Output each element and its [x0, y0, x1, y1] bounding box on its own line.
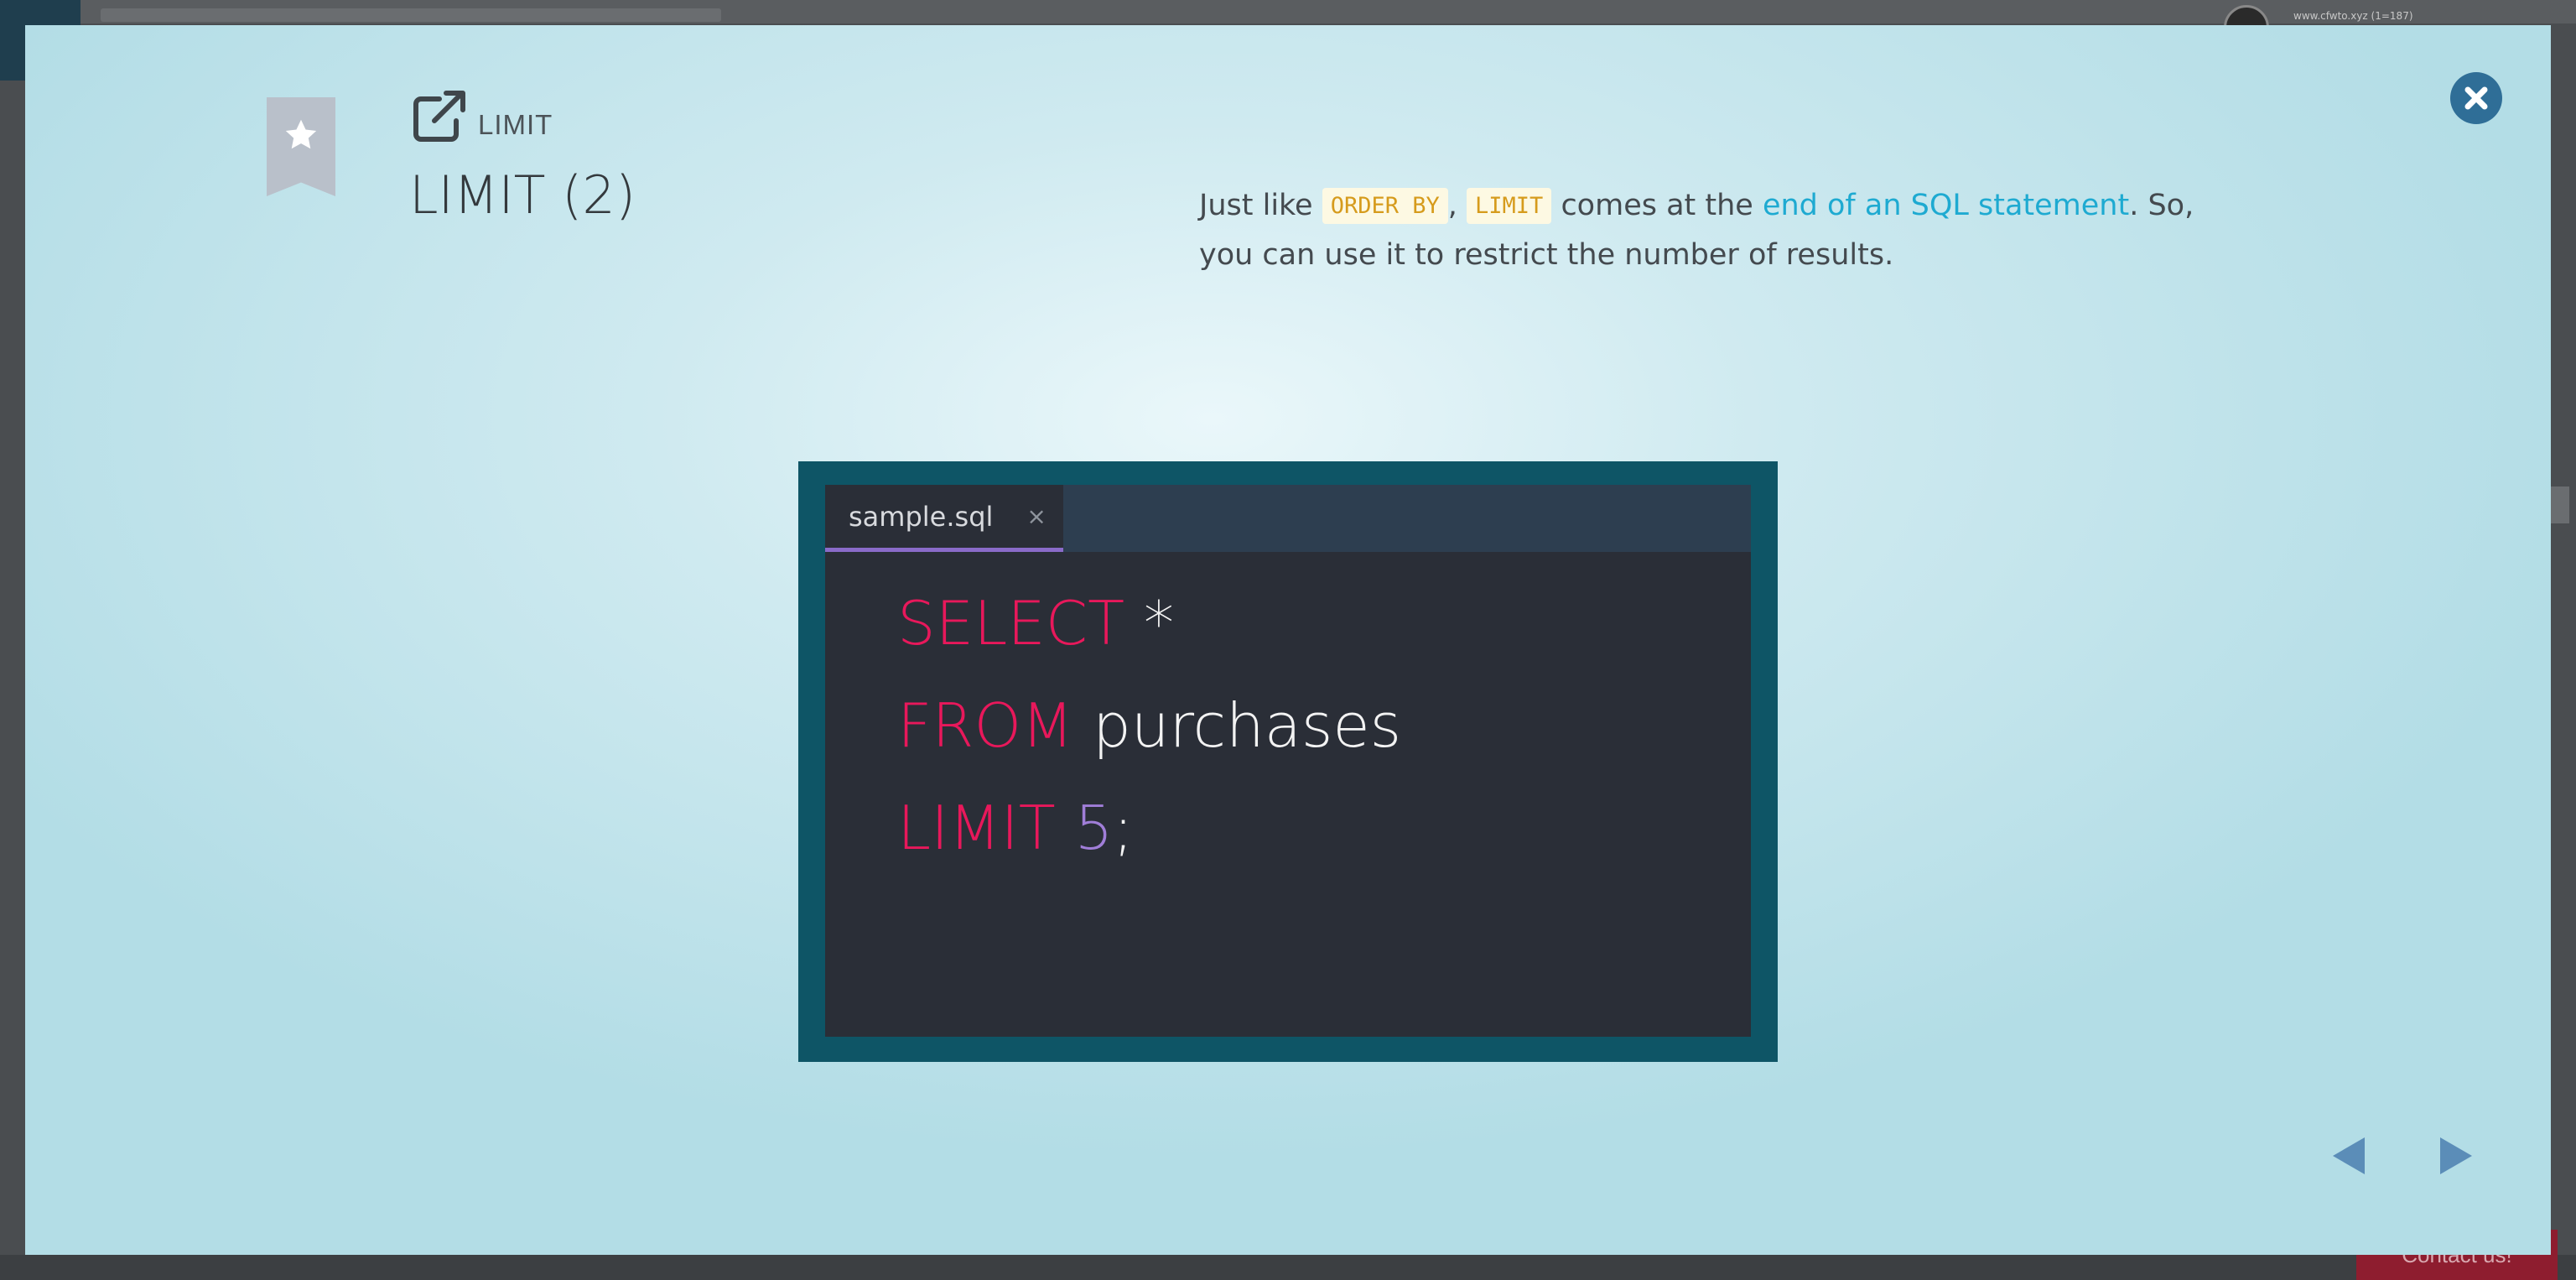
arrow-right-icon [2440, 1137, 2472, 1174]
description-text: , [1447, 189, 1467, 222]
lesson-card-modal: LIMIT LIMIT (2) Just like ORDER BY, LIMI… [25, 25, 2551, 1255]
code-chip-limit: LIMIT [1467, 188, 1552, 224]
background-scrollbar [2551, 487, 2569, 523]
background-bottom-bar [0, 1255, 2576, 1280]
tab-close-icon[interactable]: × [1026, 502, 1046, 530]
code-line-2: FROM purchases [897, 674, 1401, 777]
close-icon [2464, 86, 2488, 110]
sql-keyword: SELECT [897, 588, 1125, 658]
page-title: LIMIT (2) [409, 164, 636, 226]
sql-table-name: purchases [1093, 690, 1402, 761]
topic-label: LIMIT [478, 109, 553, 140]
background-search-bar [101, 8, 721, 22]
tab-sample-sql[interactable]: sample.sql × [825, 485, 1063, 552]
code-line-1: SELECT * [897, 572, 1401, 674]
star-icon [285, 119, 317, 149]
background-user-text: www.cfwto.xyz (1=187) [2293, 10, 2413, 22]
description-text: Just like [1199, 189, 1322, 222]
topic-link[interactable]: LIMIT [411, 89, 553, 143]
sql-keyword: FROM [897, 690, 1074, 761]
arrow-left-icon [2333, 1137, 2365, 1174]
next-button[interactable] [2428, 1131, 2479, 1181]
sql-statement-link[interactable]: end of an SQL statement [1763, 189, 2129, 222]
code-line-3: LIMIT 5; [897, 777, 1401, 879]
lesson-description: Just like ORDER BY, LIMIT comes at the e… [1199, 181, 2256, 279]
description-text: comes at the [1551, 189, 1763, 222]
code-editor: sample.sql × SELECT * FROM purchases LIM… [825, 485, 1751, 1037]
sql-terminator: ; [1113, 793, 1134, 863]
sql-token: * [1143, 588, 1174, 658]
previous-button[interactable] [2326, 1131, 2376, 1181]
sql-keyword: LIMIT [897, 793, 1056, 863]
bookmark-button[interactable] [267, 97, 335, 196]
code-block: SELECT * FROM purchases LIMIT 5; [897, 572, 1401, 879]
editor-tab-bar: sample.sql × [825, 485, 1751, 552]
external-link-icon [413, 91, 465, 142]
sql-number: 5 [1074, 793, 1114, 863]
code-editor-frame: sample.sql × SELECT * FROM purchases LIM… [798, 461, 1778, 1062]
tab-label: sample.sql [849, 500, 994, 533]
close-button[interactable] [2450, 72, 2502, 124]
code-chip-order-by: ORDER BY [1322, 188, 1448, 224]
